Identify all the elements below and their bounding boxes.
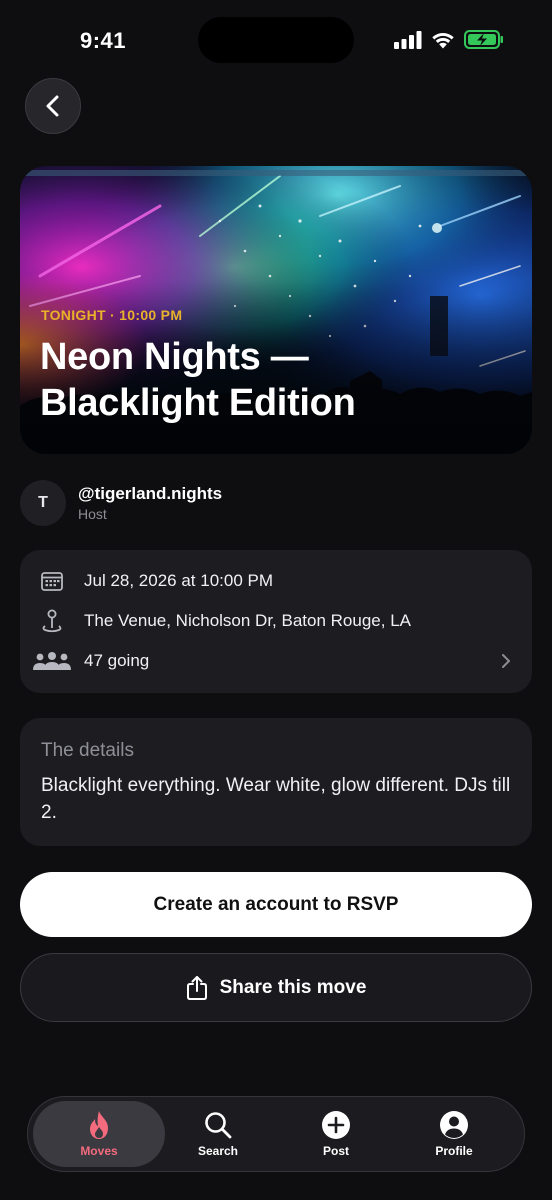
host-handle[interactable]: @tigerland.nights: [78, 483, 222, 505]
share-button-label: Share this move: [219, 976, 367, 998]
tab-post[interactable]: Post: [270, 1101, 402, 1167]
host-role-label: Host: [78, 506, 107, 522]
calendar-icon: [41, 572, 63, 591]
tab-moves[interactable]: Moves: [33, 1101, 165, 1167]
profile-icon: [440, 1111, 468, 1139]
status-time: 9:41: [80, 28, 127, 53]
event-title: Neon Nights — Blacklight Edition: [40, 336, 356, 424]
flame-icon: [90, 1111, 108, 1139]
dynamic-island: [198, 17, 354, 63]
host-row[interactable]: T @tigerland.nights Host: [20, 480, 222, 526]
event-date-text: Jul 28, 2026 at 10:00 PM: [84, 571, 274, 590]
rsvp-button-label: Create an account to RSVP: [153, 893, 399, 915]
share-move-button[interactable]: Share this move: [20, 953, 532, 1022]
share-icon: [186, 975, 207, 1000]
tab-moves-label: Moves: [80, 1144, 118, 1158]
cellular-signal-icon: [394, 30, 422, 49]
tab-search[interactable]: Search: [152, 1101, 284, 1167]
back-button[interactable]: [25, 78, 81, 134]
status-icons: [394, 30, 504, 49]
host-avatar[interactable]: T: [20, 480, 66, 526]
event-hero: TONIGHT · 10:00 PM Neon Nights — Blackli…: [20, 166, 532, 454]
tab-profile[interactable]: Profile: [388, 1101, 520, 1167]
map-pin-icon: [42, 609, 62, 633]
status-bar: 9:41: [0, 0, 552, 80]
event-location-row[interactable]: The Venue, Nicholson Dr, Baton Rouge, LA: [20, 601, 532, 641]
wifi-icon: [432, 32, 454, 49]
battery-charging-icon: [464, 30, 503, 49]
event-info-card: Jul 28, 2026 at 10:00 PM The Venue, Nich…: [20, 550, 532, 693]
tab-profile-label: Profile: [435, 1144, 473, 1158]
details-heading: The details: [41, 740, 134, 761]
attendees-row[interactable]: 47 going: [20, 641, 532, 681]
search-icon: [205, 1112, 232, 1139]
event-location-text[interactable]: The Venue, Nicholson Dr, Baton Rouge, LA: [84, 611, 411, 631]
tab-post-label: Post: [322, 1144, 349, 1158]
people-icon: [33, 652, 71, 670]
event-details-card: The details Blacklight everything. Wear …: [20, 718, 532, 846]
chevron-left-icon: [46, 95, 59, 117]
plus-circle-icon: [322, 1111, 350, 1139]
bottom-tab-bar: Moves Search Post Profile: [27, 1096, 525, 1172]
event-date-row: Jul 28, 2026 at 10:00 PM: [20, 561, 532, 601]
tab-search-label: Search: [197, 1144, 239, 1158]
host-text: @tigerland.nights Host: [78, 483, 222, 523]
attendees-count[interactable]: 47 going: [84, 651, 149, 671]
event-time-kicker: TONIGHT · 10:00 PM: [41, 307, 183, 323]
chevron-right-icon[interactable]: [500, 653, 512, 669]
details-description: Blacklight everything. Wear white, glow …: [41, 775, 511, 823]
create-account-rsvp-button[interactable]: Create an account to RSVP: [20, 872, 532, 937]
